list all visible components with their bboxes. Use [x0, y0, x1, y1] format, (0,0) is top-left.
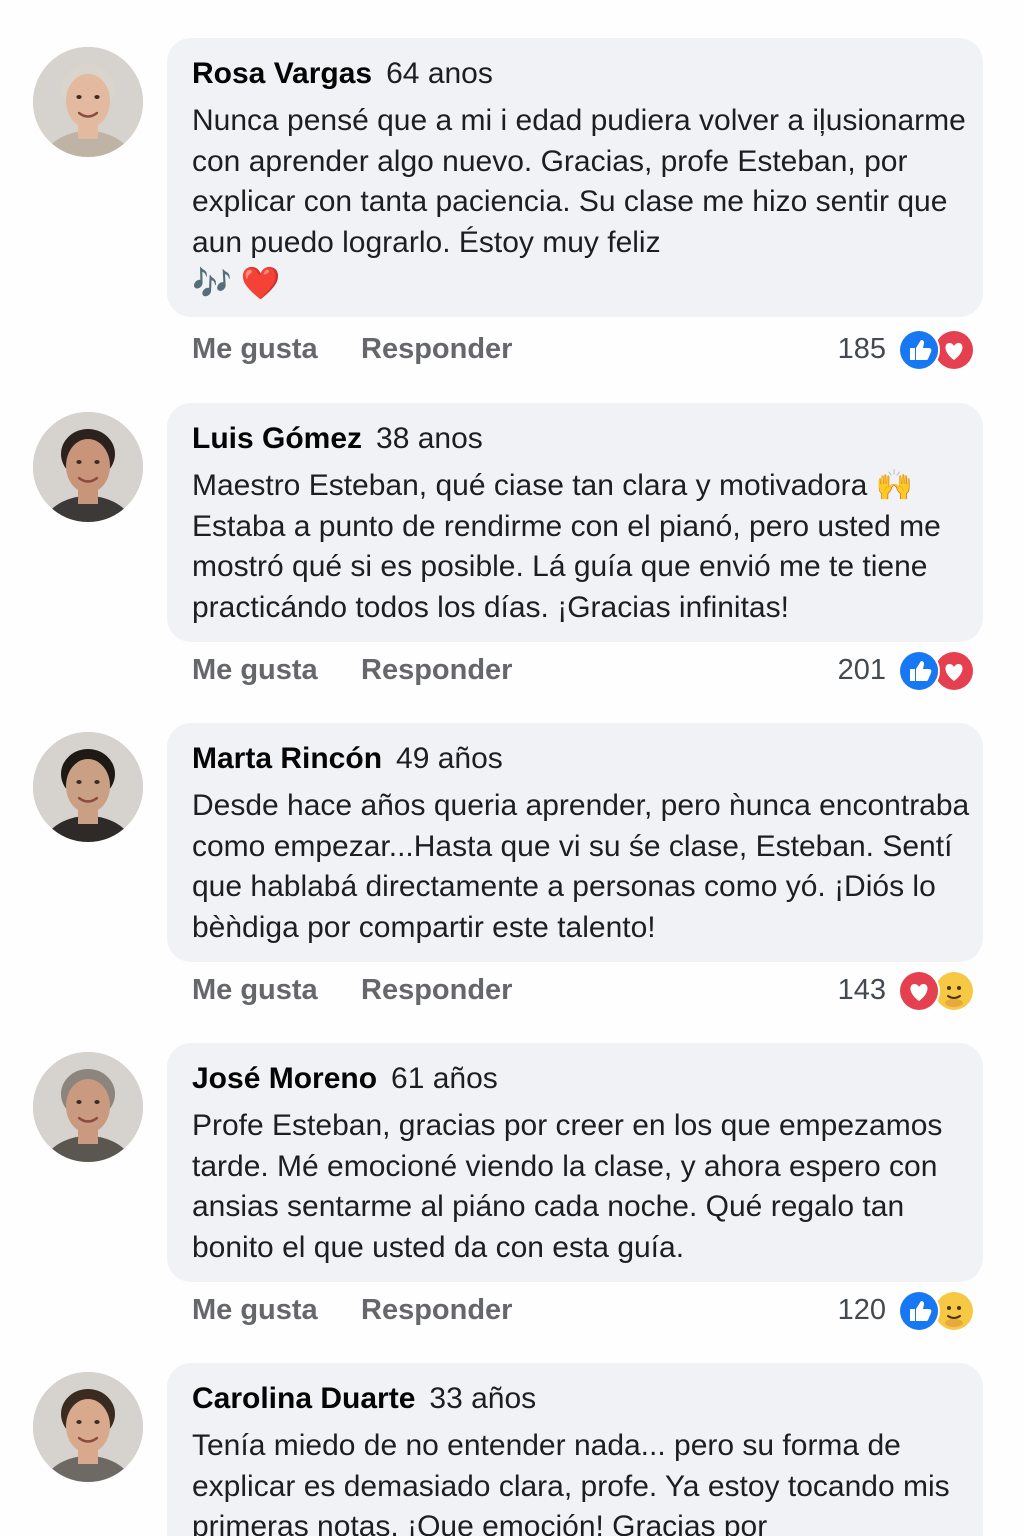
reply-button[interactable]: Responder	[361, 328, 512, 370]
comment-author[interactable]: José Moreno	[192, 1062, 377, 1095]
like-icon	[898, 1290, 940, 1332]
comment-actions: Me gusta Responder 120	[0, 1289, 1024, 1332]
comment-age: 49 años	[396, 742, 503, 775]
reply-button[interactable]: Responder	[361, 1289, 512, 1331]
comment-actions: Me gusta Responder 143	[0, 969, 1024, 1012]
comment-age: 61 años	[391, 1062, 498, 1095]
comment-author[interactable]: Luis Gómez	[192, 422, 362, 455]
comment-bubble: José Moreno 61 años Profe Esteban, gracia…	[167, 1043, 983, 1282]
heart-icon: ❤️	[240, 265, 281, 301]
avatar[interactable]	[33, 732, 143, 842]
comment-bubble: Carolina Duarte 33 años Tenía miedo de no…	[167, 1363, 983, 1536]
reaction-count[interactable]: 201	[838, 649, 886, 691]
comment-age: 33 años	[429, 1382, 537, 1415]
music-notes-icon: 🎶	[192, 265, 232, 301]
comment-age: 38 anos	[376, 422, 483, 455]
like-icon	[898, 329, 940, 371]
comment-text: Desde hace años queria aprender, pero ǹu…	[192, 789, 970, 944]
comment-emojis: 🎶 ❤️	[192, 263, 973, 303]
avatar[interactable]	[33, 1052, 143, 1162]
love-icon	[898, 970, 940, 1012]
avatar[interactable]	[33, 1372, 143, 1482]
reaction-icons[interactable]	[898, 650, 978, 692]
reaction-count[interactable]: 120	[838, 1289, 886, 1331]
avatar[interactable]	[33, 412, 143, 522]
comment-text: Tenía miedo de no entender nada... pero …	[192, 1429, 950, 1536]
comment-bubble: Rosa Vargas 64 anos Nunca pensé que a mi …	[167, 38, 983, 317]
comment-actions: Me gusta Responder 185	[0, 328, 1024, 371]
reaction-icons[interactable]	[898, 1290, 978, 1332]
comment-bubble: Luis Gómez 38 anos Maestro Esteban, qué c…	[167, 403, 983, 642]
reply-button[interactable]: Responder	[361, 649, 512, 691]
avatar[interactable]	[33, 47, 143, 157]
reply-button[interactable]: Responder	[361, 969, 512, 1011]
comment-author[interactable]: Carolina Duarte	[192, 1382, 415, 1415]
like-button[interactable]: Me gusta	[192, 969, 318, 1011]
comment-text: Nunca pensé que a mi i edad pudiera volv…	[192, 104, 966, 259]
reaction-count[interactable]: 143	[838, 969, 886, 1011]
like-button[interactable]: Me gusta	[192, 649, 318, 691]
comment-age: 64 anos	[386, 57, 493, 90]
comment-author[interactable]: Rosa Vargas	[192, 57, 372, 90]
comment-bubble: Marta Rincón 49 años Desde hace años quer…	[167, 723, 983, 962]
reaction-icons[interactable]	[898, 329, 978, 371]
like-icon	[898, 650, 940, 692]
comment-actions: Me gusta Responder 201	[0, 649, 1024, 692]
reaction-count[interactable]: 185	[838, 328, 886, 370]
comment-author[interactable]: Marta Rincón	[192, 742, 382, 775]
like-button[interactable]: Me gusta	[192, 328, 318, 370]
reaction-icons[interactable]	[898, 970, 978, 1012]
like-button[interactable]: Me gusta	[192, 1289, 318, 1331]
comment-text: Maestro Esteban, qué ciase tan clara y m…	[192, 469, 941, 624]
comment-text: Profe Esteban, gracias por creer en los …	[192, 1109, 943, 1264]
comments-feed: Rosa Vargas 64 anos Nunca pensé que a mi …	[0, 0, 1024, 1536]
